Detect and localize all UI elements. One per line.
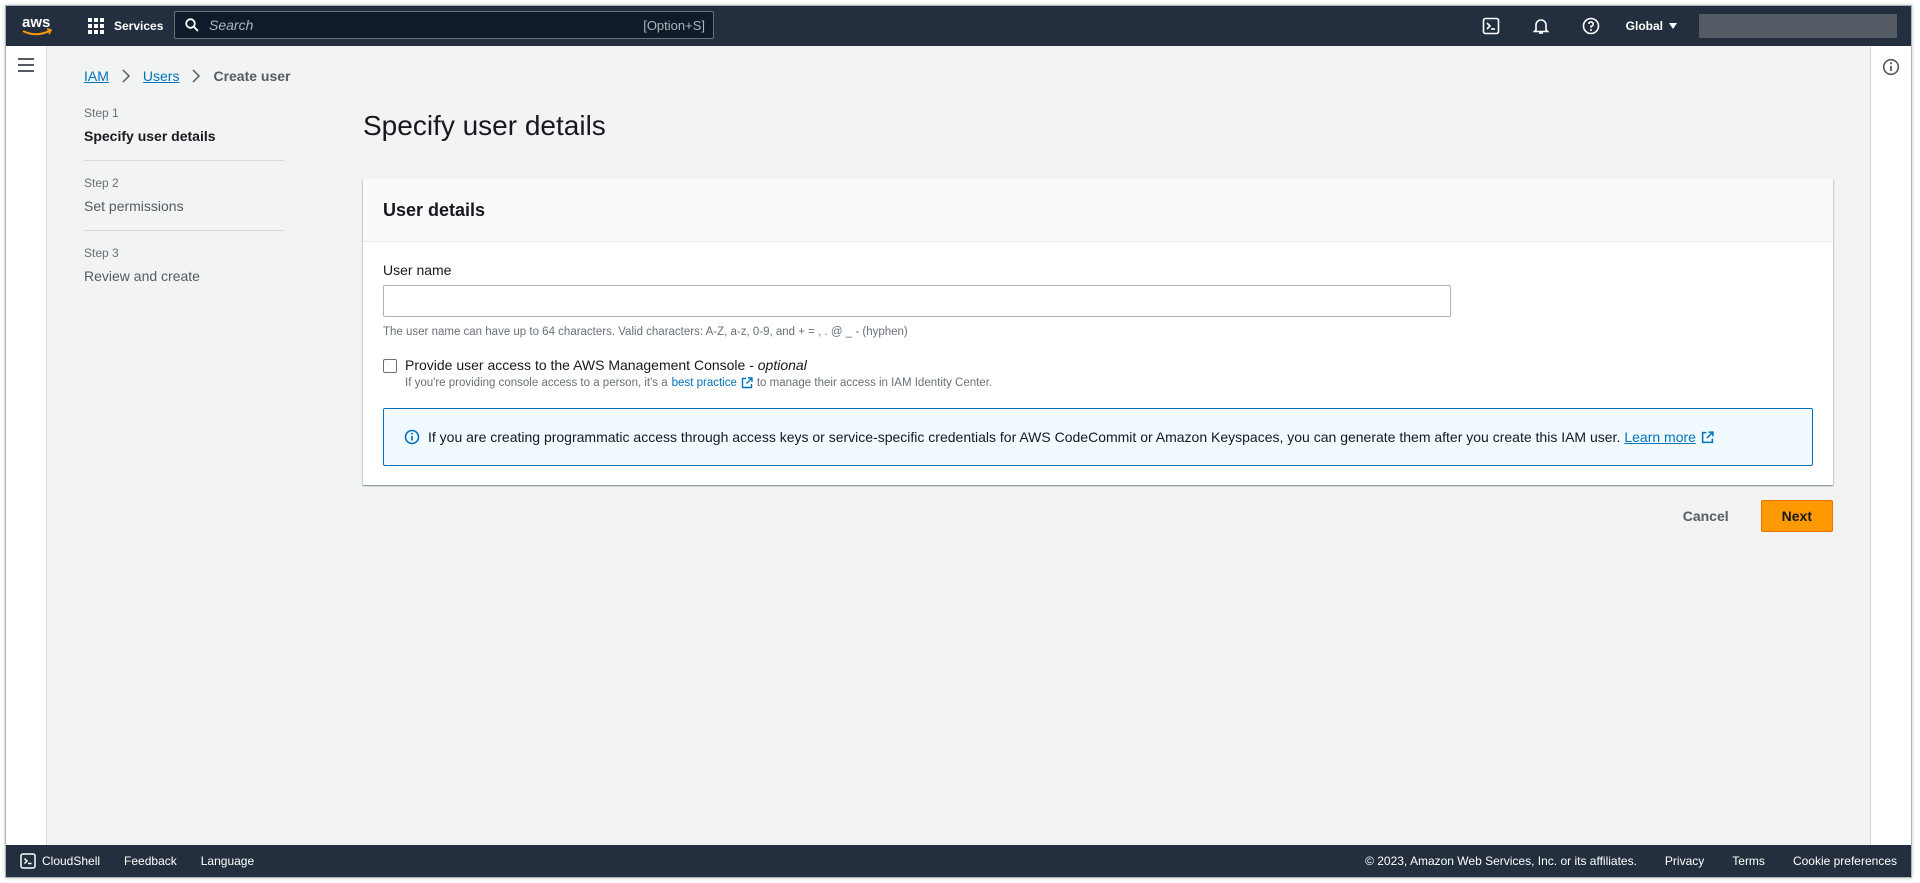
username-label: User name	[383, 262, 452, 278]
console-footer: CloudShell Feedback Language © 2023, Ama…	[6, 845, 1911, 877]
console-desc-after: to manage their access in IAM Identity C…	[756, 377, 993, 389]
panel-header: User details	[363, 179, 1833, 242]
language-link[interactable]: Language	[201, 854, 254, 868]
step-label: Set permissions	[84, 198, 184, 214]
search-input[interactable]	[207, 16, 644, 34]
console-access-text: Provide user access to the AWS Managemen…	[405, 357, 758, 373]
left-navigation-rail	[6, 46, 47, 845]
alert-text: If you are creating programmatic access …	[428, 429, 1621, 445]
wizard-step-3[interactable]: Step 3 Review and create	[84, 246, 284, 300]
help-icon[interactable]	[1581, 16, 1601, 36]
account-menu[interactable]	[1699, 14, 1897, 38]
breadcrumb-current: Create user	[213, 68, 291, 84]
wizard-step-2[interactable]: Step 2 Set permissions	[84, 176, 284, 231]
search-shortcut-hint: [Option+S]	[643, 17, 705, 33]
breadcrumb-users-link[interactable]: Users	[143, 68, 180, 84]
page-title: Specify user details	[363, 110, 606, 141]
learn-more-link[interactable]: Learn more	[1624, 429, 1714, 445]
console-access-checkbox[interactable]	[383, 359, 397, 373]
wizard-actions: Cancel Next	[1663, 500, 1833, 532]
panel-title: User details	[383, 199, 486, 220]
caret-down-icon	[1669, 23, 1677, 29]
console-access-description: If you're providing console access to a …	[405, 377, 992, 389]
footer-right: © 2023, Amazon Web Services, Inc. or its…	[1337, 854, 1897, 868]
feedback-link[interactable]: Feedback	[124, 854, 177, 868]
console-desc-before: If you're providing console access to a …	[405, 377, 668, 389]
notifications-bell-icon[interactable]	[1531, 16, 1551, 36]
step-label: Review and create	[84, 268, 200, 284]
info-alert: If you are creating programmatic access …	[383, 408, 1813, 466]
top-nav-actions: Global	[1466, 6, 1911, 46]
user-details-panel: User details User name The user name can…	[363, 179, 1833, 485]
copyright-text: © 2023, Amazon Web Services, Inc. or its…	[1365, 854, 1637, 868]
wizard-step-1[interactable]: Step 1 Specify user details	[84, 106, 284, 161]
region-label: Global	[1625, 19, 1663, 33]
info-icon	[404, 429, 420, 445]
console-access-label[interactable]: Provide user access to the AWS Managemen…	[405, 357, 807, 373]
right-tools-rail	[1870, 46, 1911, 845]
terms-link[interactable]: Terms	[1732, 854, 1765, 868]
cloudshell-button[interactable]: CloudShell	[20, 853, 100, 869]
step-number: Step 3	[84, 246, 119, 260]
cookie-preferences-link[interactable]: Cookie preferences	[1793, 854, 1897, 868]
privacy-link[interactable]: Privacy	[1665, 854, 1704, 868]
username-input[interactable]	[383, 285, 1451, 317]
info-panel-icon[interactable]	[1882, 58, 1900, 76]
external-link-icon	[741, 377, 753, 389]
best-practice-link[interactable]: best practice	[672, 377, 753, 389]
cancel-button[interactable]: Cancel	[1663, 500, 1749, 532]
top-nav-bar: aws Services [Option+S]	[6, 6, 1911, 46]
wizard-steps: Step 1 Specify user details Step 2 Set p…	[84, 106, 284, 315]
external-link-icon	[1701, 430, 1714, 443]
breadcrumb: IAM Users Create user	[84, 68, 291, 84]
breadcrumb-iam-link[interactable]: IAM	[84, 68, 109, 84]
footer-left: CloudShell Feedback Language	[20, 853, 278, 869]
search-icon	[185, 18, 199, 32]
step-label: Specify user details	[84, 128, 216, 144]
next-button[interactable]: Next	[1760, 500, 1833, 532]
learn-more-label: Learn more	[1624, 429, 1696, 445]
step-number: Step 2	[84, 176, 119, 190]
menu-hamburger-icon[interactable]	[18, 58, 34, 76]
cloudshell-label: CloudShell	[42, 854, 101, 868]
aws-logo[interactable]: aws	[20, 12, 54, 40]
chevron-right-icon	[192, 69, 201, 83]
search-bar[interactable]: [Option+S]	[174, 11, 714, 39]
services-menu-button[interactable]: Services	[88, 6, 163, 46]
grid-icon	[88, 18, 104, 34]
cloudshell-icon	[20, 853, 36, 869]
optional-label: optional	[757, 357, 807, 373]
browser-frame: aws Services [Option+S]	[5, 5, 1912, 878]
username-hint: The user name can have up to 64 characte…	[383, 326, 908, 338]
cloudshell-icon[interactable]	[1481, 16, 1501, 36]
chevron-right-icon	[122, 69, 130, 83]
region-selector[interactable]: Global	[1626, 19, 1677, 33]
svg-text:aws: aws	[22, 14, 50, 31]
services-label: Services	[114, 19, 164, 33]
step-number: Step 1	[84, 106, 119, 120]
best-practice-label: best practice	[671, 377, 737, 389]
